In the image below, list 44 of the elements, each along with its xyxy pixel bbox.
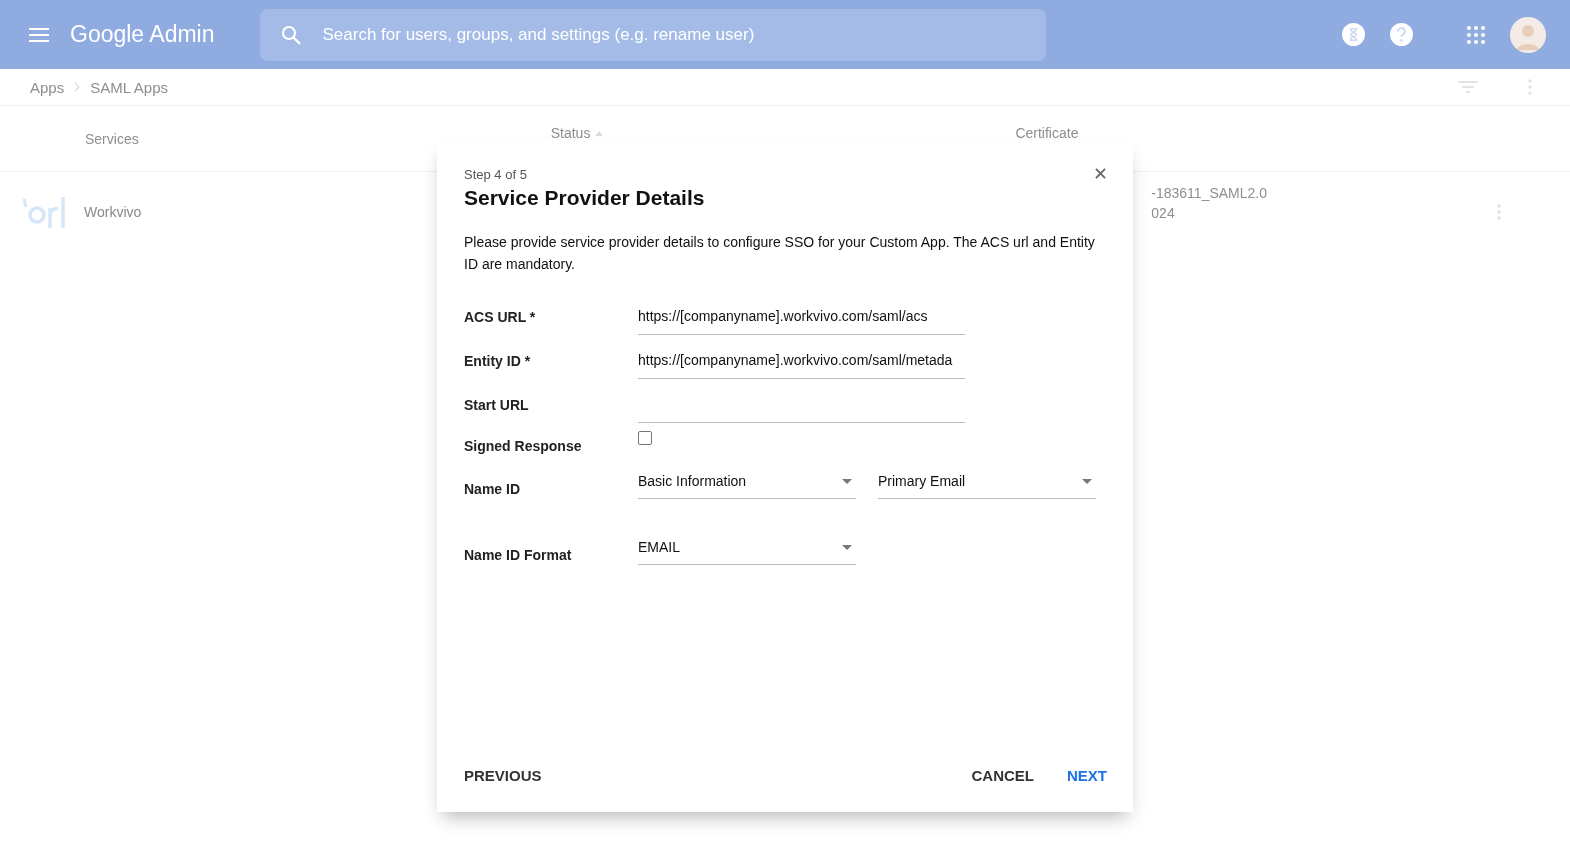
close-icon[interactable]	[1095, 168, 1106, 179]
dropdown[interactable]: EMAIL	[638, 539, 856, 565]
breadcrumb-link[interactable]: Apps	[30, 78, 65, 96]
more-icon[interactable]	[1497, 204, 1502, 220]
avatar-icon[interactable]	[1510, 16, 1546, 53]
step-label: Step 4 of 5	[464, 167, 527, 182]
search-input[interactable]: Search for users, groups, and settings (e.g. rename user)	[320, 23, 1047, 46]
column-header[interactable]: Certificate	[1015, 126, 1079, 140]
help-icon[interactable]	[1390, 23, 1413, 46]
previous-button[interactable]: PREVIOUS	[464, 761, 542, 790]
dropdown-caret-icon	[842, 478, 852, 484]
app-name[interactable]: Workvivo	[84, 204, 142, 220]
hourglass-icon[interactable]	[1342, 23, 1365, 46]
field-label: Start URL	[464, 397, 530, 415]
cancel-button[interactable]: CANCEL	[971, 761, 1034, 790]
search-icon	[281, 24, 302, 45]
field-label: Name ID Format	[464, 547, 573, 565]
certificate-text: -183611_SAML2.0	[1151, 185, 1268, 201]
field-label: Name ID	[464, 481, 522, 499]
dialog-title: Service Provider Details	[464, 186, 706, 210]
dropdown[interactable]: Primary Email	[878, 473, 1096, 499]
breadcrumb-link[interactable]: SAML Apps	[90, 78, 169, 96]
input-field[interactable]: https://[companyname].workvivo.com/saml/acs	[638, 308, 965, 335]
field-label: Signed Response	[464, 437, 583, 454]
column-header[interactable]: Status	[550, 126, 591, 140]
filter-icon[interactable]	[1458, 81, 1478, 93]
next-button[interactable]: NEXT	[1067, 761, 1107, 790]
description-text: Please provide service provider details to configure SSO for your Custom App. The ACS url and Entity ID are mandatory.	[464, 233, 1096, 274]
dropdown-caret-icon	[1082, 478, 1092, 484]
dropdown[interactable]: Basic Information	[638, 473, 856, 499]
column-header[interactable]: Services	[85, 130, 139, 147]
app-logo[interactable]: Google Admin	[70, 21, 215, 48]
checkbox[interactable]	[638, 431, 652, 445]
dropdown-caret-icon	[842, 544, 852, 550]
search-field[interactable]: Search for users, groups, and settings (e.g. rename user)	[260, 8, 1047, 61]
certificate-text: 024	[1151, 205, 1176, 221]
sort-arrow-icon	[595, 131, 604, 136]
menu-icon[interactable]	[29, 27, 49, 42]
chevron-icon	[74, 82, 81, 92]
field-label: ACS URL *	[464, 309, 537, 327]
field-label: Entity ID *	[464, 353, 532, 371]
input-field[interactable]: https://[companyname].workvivo.com/saml/metada	[638, 352, 965, 379]
apps-grid-icon[interactable]	[1467, 25, 1485, 44]
app-logo-icon	[22, 195, 66, 229]
